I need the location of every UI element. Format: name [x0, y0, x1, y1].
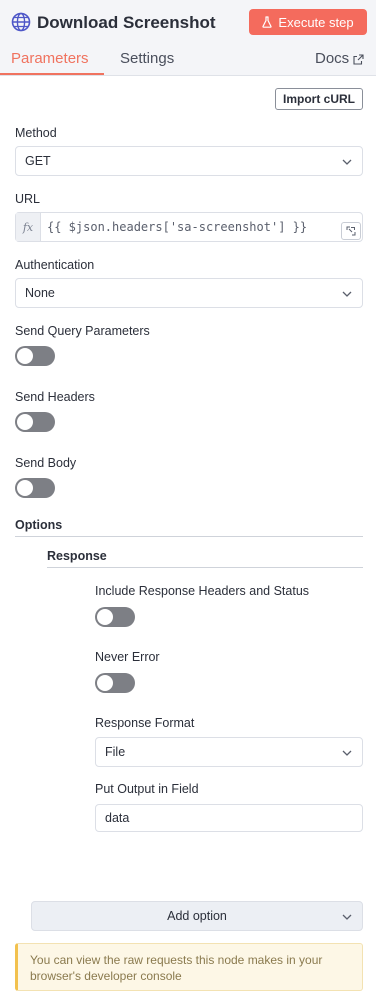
never-error-toggle[interactable]	[95, 673, 135, 693]
url-expression-field[interactable]: fx {{ $json.headers['sa-screenshot'] }}	[15, 212, 363, 242]
response-format-value: File	[105, 745, 126, 759]
authentication-label: Authentication	[15, 258, 95, 272]
send-headers-label: Send Headers	[15, 390, 95, 404]
method-value: GET	[25, 154, 51, 168]
method-label: Method	[15, 126, 57, 140]
toggle-knob	[17, 414, 33, 430]
execute-step-button[interactable]: Execute step	[249, 9, 367, 35]
open-expression-editor-button[interactable]	[341, 222, 361, 240]
options-title: Options	[15, 518, 63, 532]
send-body-toggle[interactable]	[15, 478, 55, 498]
node-header: Download Screenshot Execute step Paramet…	[0, 0, 376, 76]
output-field-label: Put Output in Field	[95, 782, 199, 796]
notice-text: You can view the raw requests this node …	[30, 953, 323, 983]
node-title[interactable]: Download Screenshot	[37, 12, 216, 34]
url-label: URL	[15, 192, 41, 206]
import-curl-button[interactable]: Import cURL	[275, 88, 363, 110]
send-headers-toggle[interactable]	[15, 412, 55, 432]
options-divider	[15, 536, 363, 537]
globe-icon	[11, 12, 31, 32]
active-tab-indicator	[0, 73, 104, 75]
flask-icon	[262, 16, 273, 28]
response-title: Response	[47, 549, 107, 563]
tab-docs-label: Docs	[315, 50, 350, 67]
tab-docs[interactable]: Docs	[315, 50, 364, 68]
tab-settings[interactable]: Settings	[120, 50, 174, 68]
include-headers-toggle[interactable]	[95, 607, 135, 627]
chevron-down-icon	[342, 291, 352, 297]
send-query-toggle[interactable]	[15, 346, 55, 366]
response-divider	[47, 567, 363, 568]
response-format-select[interactable]: File	[95, 737, 363, 767]
chevron-down-icon	[342, 159, 352, 165]
include-headers-label: Include Response Headers and Status	[95, 584, 310, 598]
fx-icon: fx	[16, 213, 41, 241]
tab-parameters[interactable]: Parameters	[11, 50, 89, 68]
chevron-down-icon	[342, 750, 352, 756]
developer-console-notice: You can view the raw requests this node …	[15, 943, 363, 991]
output-field-value: data	[105, 811, 130, 825]
add-option-select[interactable]: Add option	[31, 901, 363, 931]
url-expression-value: {{ $json.headers['sa-screenshot'] }}	[47, 220, 308, 234]
add-option-label: Add option	[167, 909, 227, 923]
send-query-label: Send Query Parameters	[15, 324, 150, 338]
toggle-knob	[97, 609, 113, 625]
output-field-input[interactable]: data	[95, 804, 363, 832]
expand-icon	[346, 226, 356, 236]
response-format-label: Response Format	[95, 716, 195, 730]
never-error-label: Never Error	[95, 650, 160, 664]
chevron-down-icon	[342, 914, 352, 920]
toggle-knob	[17, 480, 33, 496]
execute-step-label: Execute step	[278, 14, 354, 30]
method-select[interactable]: GET	[15, 146, 363, 176]
send-body-label: Send Body	[15, 456, 77, 470]
external-link-icon	[353, 53, 364, 65]
authentication-value: None	[25, 286, 55, 300]
authentication-select[interactable]: None	[15, 278, 363, 308]
toggle-knob	[17, 348, 33, 364]
toggle-knob	[97, 675, 113, 691]
